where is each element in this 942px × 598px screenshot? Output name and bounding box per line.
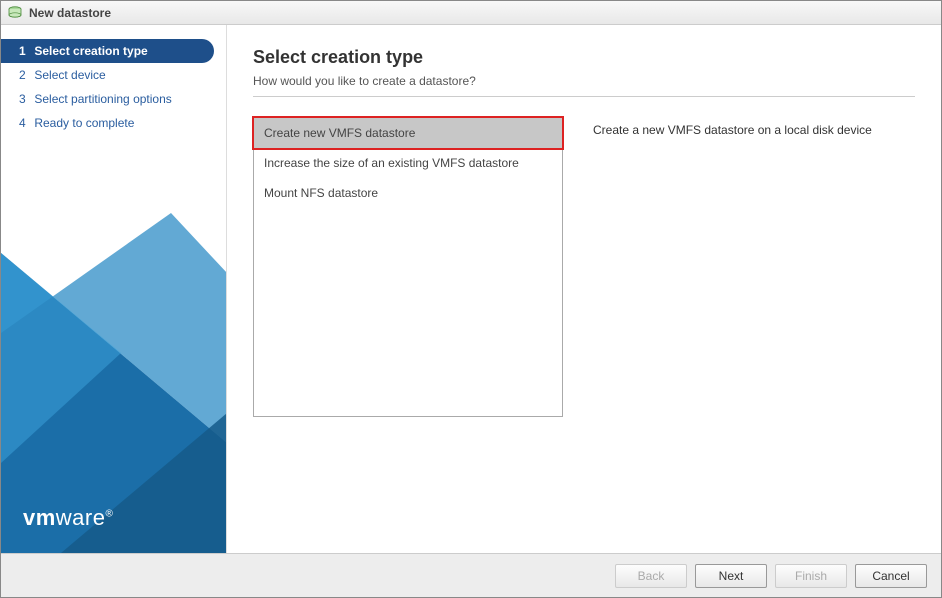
vmware-logo: vmware®: [23, 505, 113, 531]
main-panel: Select creation type How would you like …: [227, 25, 941, 553]
window-title: New datastore: [29, 6, 111, 20]
step-select-partitioning-options[interactable]: 3 Select partitioning options: [1, 87, 226, 111]
step-label: Select partitioning options: [34, 92, 171, 106]
dialog-footer: Back Next Finish Cancel: [1, 553, 941, 597]
dialog-body: 1 Select creation type 2 Select device 3…: [1, 25, 941, 553]
back-button[interactable]: Back: [615, 564, 687, 588]
step-label: Ready to complete: [34, 116, 134, 130]
finish-button[interactable]: Finish: [775, 564, 847, 588]
page-title: Select creation type: [253, 47, 915, 68]
option-mount-nfs[interactable]: Mount NFS datastore: [254, 178, 562, 208]
option-description: Create a new VMFS datastore on a local d…: [593, 117, 915, 417]
creation-type-list: Create new VMFS datastore Increase the s…: [253, 117, 563, 417]
content-row: Create new VMFS datastore Increase the s…: [253, 117, 915, 417]
option-increase-vmfs-size[interactable]: Increase the size of an existing VMFS da…: [254, 148, 562, 178]
wizard-sidebar: 1 Select creation type 2 Select device 3…: [1, 25, 227, 553]
sidebar-background-art: [1, 213, 227, 553]
new-datastore-dialog: New datastore 1 Select creation type 2 S…: [0, 0, 942, 598]
step-select-creation-type[interactable]: 1 Select creation type: [1, 39, 214, 63]
step-label: Select device: [34, 68, 105, 82]
step-label: Select creation type: [34, 44, 147, 58]
datastore-icon: [7, 5, 23, 21]
titlebar: New datastore: [1, 1, 941, 25]
option-create-new-vmfs[interactable]: Create new VMFS datastore: [254, 118, 562, 148]
next-button[interactable]: Next: [695, 564, 767, 588]
step-ready-to-complete[interactable]: 4 Ready to complete: [1, 111, 226, 135]
page-subtitle: How would you like to create a datastore…: [253, 74, 915, 97]
step-select-device[interactable]: 2 Select device: [1, 63, 226, 87]
wizard-steps: 1 Select creation type 2 Select device 3…: [1, 25, 226, 135]
cancel-button[interactable]: Cancel: [855, 564, 927, 588]
